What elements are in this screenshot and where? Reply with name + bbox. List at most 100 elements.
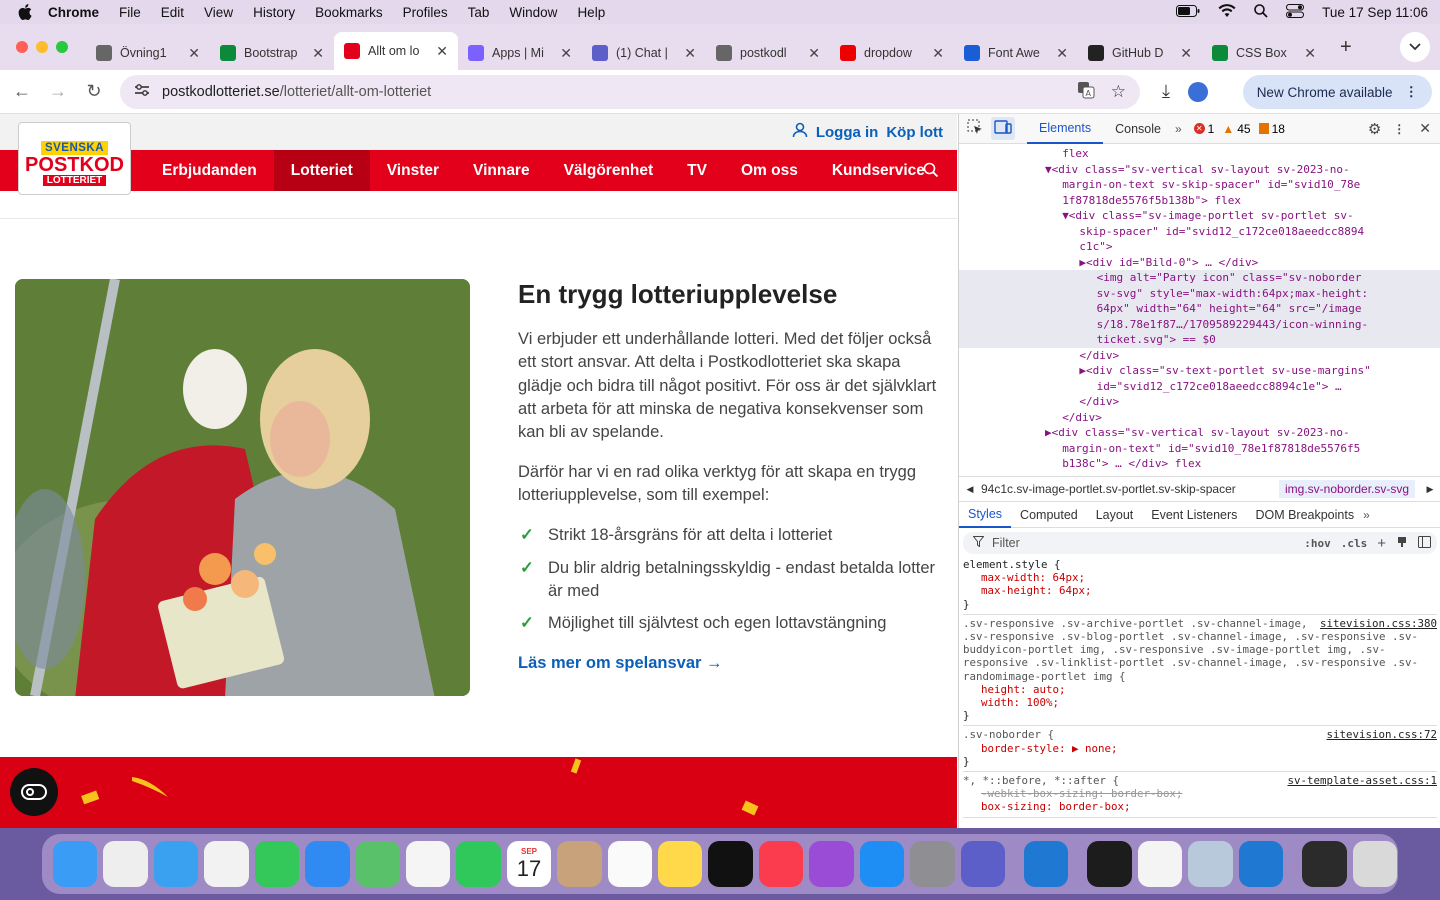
menu-tab[interactable]: Tab	[468, 5, 490, 20]
dom-line[interactable]: ticket.svg"> == $0	[959, 332, 1440, 348]
spotlight-search-icon[interactable]	[1254, 3, 1268, 21]
subtab-layout[interactable]: Layout	[1087, 502, 1143, 528]
tab-close-icon[interactable]: ✕	[1304, 45, 1316, 62]
error-count-badge[interactable]: ✕ 1	[1193, 122, 1214, 136]
dom-line[interactable]: 1f87818de5576f5b138b"> flex	[959, 193, 1440, 209]
paint-bucket-icon[interactable]	[1396, 536, 1408, 551]
dock-safari-icon[interactable]	[153, 841, 199, 887]
zoom-window-button[interactable]	[56, 41, 68, 53]
browser-tab[interactable]: Font Awe ✕	[954, 36, 1078, 70]
nav-item-lotteriet[interactable]: Lotteriet	[273, 150, 370, 191]
dock-teams-icon[interactable]	[960, 841, 1006, 887]
buy-ticket-link[interactable]: Köp lott	[886, 124, 943, 141]
browser-tab[interactable]: Apps | Mi ✕	[458, 36, 582, 70]
subtab-computed[interactable]: Computed	[1011, 502, 1087, 528]
dom-line[interactable]: skip-spacer" id="svid12_c172ce018aeedcc8…	[959, 224, 1440, 240]
dom-line[interactable]: 64px" width="64" height="64" src="/image	[959, 301, 1440, 317]
translate-icon[interactable]: A	[1077, 81, 1095, 103]
tab-close-icon[interactable]: ✕	[560, 45, 572, 62]
dom-line[interactable]: b138c"> … </div> flex	[959, 456, 1440, 472]
profile-avatar-icon[interactable]	[1187, 81, 1208, 102]
tab-close-icon[interactable]: ✕	[436, 43, 448, 60]
dock-chrome-icon[interactable]	[204, 841, 249, 887]
dock-music-icon[interactable]	[758, 841, 804, 887]
dom-tree[interactable]: flex ▼<div class="sv-vertical sv-layout s…	[959, 144, 1440, 476]
dock-preview-icon[interactable]	[1188, 841, 1233, 887]
settings-gear-icon[interactable]: ⚙	[1368, 120, 1381, 138]
dock-vscode-icon[interactable]	[1024, 841, 1069, 887]
subtab-event-listeners[interactable]: Event Listeners	[1142, 502, 1246, 528]
close-window-button[interactable]	[16, 41, 28, 53]
dock-messages-icon[interactable]	[254, 841, 300, 887]
minimize-window-button[interactable]	[36, 41, 48, 53]
nav-item-vinster[interactable]: Vinster	[370, 150, 456, 191]
tab-close-icon[interactable]: ✕	[188, 45, 200, 62]
dom-line[interactable]: margin-on-text sv-skip-spacer" id="svid1…	[959, 177, 1440, 193]
site-info-icon[interactable]	[134, 83, 150, 101]
reload-icon[interactable]: ↻	[76, 81, 112, 102]
tab-close-icon[interactable]: ✕	[1056, 45, 1068, 62]
control-center-icon[interactable]	[1286, 3, 1305, 21]
subtab-dom-breakpoints[interactable]: DOM Breakpoints	[1246, 502, 1363, 528]
dom-line[interactable]: sv-svg" style="max-width:64px;max-height…	[959, 285, 1440, 301]
address-bar[interactable]: postkodlotteriet.se/lotteriet/allt-om-lo…	[120, 74, 1140, 109]
device-toolbar-icon[interactable]	[991, 117, 1015, 140]
dom-line[interactable]: s/18.78e1f87…/1709589229443/icon-winning…	[959, 316, 1440, 332]
dock-maps-icon[interactable]	[355, 841, 400, 887]
apple-icon[interactable]	[16, 3, 34, 21]
site-logo[interactable]: SVENSKA POSTKOD LOTTERIET	[18, 122, 131, 195]
bookmark-star-icon[interactable]: ☆	[1111, 82, 1126, 102]
browser-tab[interactable]: Allt om lo ✕	[334, 32, 458, 70]
devtools-tab-console[interactable]: Console	[1103, 114, 1173, 144]
dock-trash-icon[interactable]	[1352, 841, 1397, 887]
cookie-settings-button[interactable]	[10, 768, 58, 816]
css-property[interactable]: -webkit-box-sizing: border-box;	[963, 787, 1437, 800]
css-property[interactable]: border-style: ▶ none;	[963, 742, 1437, 755]
css-property[interactable]: max-width: 64px;	[963, 571, 1437, 584]
devtools-tab-elements[interactable]: Elements	[1027, 114, 1104, 144]
rule-source-link[interactable]: sv-template-asset.css:1	[1287, 774, 1437, 787]
menubar-app-name[interactable]: Chrome	[48, 5, 99, 20]
dock-finder-icon[interactable]	[53, 841, 98, 887]
forward-arrow-icon[interactable]: →	[40, 81, 76, 102]
dock-screenshot-icon[interactable]	[1302, 841, 1347, 887]
warning-count-badge[interactable]: ▲ 45	[1222, 122, 1250, 136]
dock-tv-icon[interactable]	[708, 841, 753, 887]
tab-close-icon[interactable]: ✕	[808, 45, 820, 62]
browser-tab[interactable]: Bootstrap ✕	[210, 36, 334, 70]
dom-line[interactable]: ▼<div class="sv-image-portlet sv-portlet…	[959, 208, 1440, 224]
browser-tab[interactable]: postkodl ✕	[706, 36, 830, 70]
tab-close-icon[interactable]: ✕	[1180, 45, 1192, 62]
rule-source-link[interactable]: sitevision.css:380	[1320, 617, 1437, 630]
menu-bookmarks[interactable]: Bookmarks	[315, 5, 383, 20]
dock-notes-icon[interactable]	[658, 841, 703, 887]
browser-tab[interactable]: CSS Box ✕	[1202, 36, 1326, 70]
dock-appstore-icon[interactable]	[859, 841, 905, 887]
menu-file[interactable]: File	[119, 5, 141, 20]
dom-line[interactable]: ▶<div id="Bild-0"> … </div>	[959, 255, 1440, 271]
dom-line[interactable]: </div>	[959, 410, 1440, 426]
dock-settings-icon[interactable]	[910, 841, 955, 887]
dock-photos-icon[interactable]	[405, 841, 451, 887]
breadcrumb-portlet[interactable]: 94c1c.sv-image-portlet.sv-portlet.sv-ski…	[981, 482, 1273, 496]
back-arrow-icon[interactable]: ←	[4, 81, 40, 102]
wifi-icon[interactable]	[1218, 3, 1236, 21]
crumbs-left-arrow-icon[interactable]: ◀	[959, 484, 981, 495]
nav-item-om-oss[interactable]: Om oss	[724, 150, 815, 191]
styles-filter-input[interactable]: Filter :hov .cls +	[963, 532, 1437, 554]
dom-line[interactable]: ▼<div class="sv-vertical sv-layout sv-20…	[959, 162, 1440, 178]
menu-window[interactable]: Window	[509, 5, 557, 20]
dom-line[interactable]: </div>	[959, 394, 1440, 410]
new-rule-plus-icon[interactable]: +	[1377, 535, 1386, 552]
dom-line[interactable]: flex	[959, 146, 1440, 162]
dock-launchpad-icon[interactable]	[103, 841, 148, 887]
dom-line[interactable]: id="svid12_c172ce018aeedcc8894c1e"> …	[959, 379, 1440, 395]
dock-contacts-icon[interactable]	[557, 841, 602, 887]
dom-line[interactable]: margin-on-text" id="svid10_78e1f87818de5…	[959, 441, 1440, 457]
search-icon[interactable]	[923, 162, 939, 183]
dom-line[interactable]: ▶<div class="sv-vertical sv-layout sv-20…	[959, 425, 1440, 441]
dock-textedit-icon[interactable]	[1137, 841, 1183, 887]
devtools-kebab-icon[interactable]: ⋮	[1393, 122, 1405, 136]
dom-line[interactable]: </div>	[959, 348, 1440, 364]
nav-item-vinnare[interactable]: Vinnare	[456, 150, 547, 191]
